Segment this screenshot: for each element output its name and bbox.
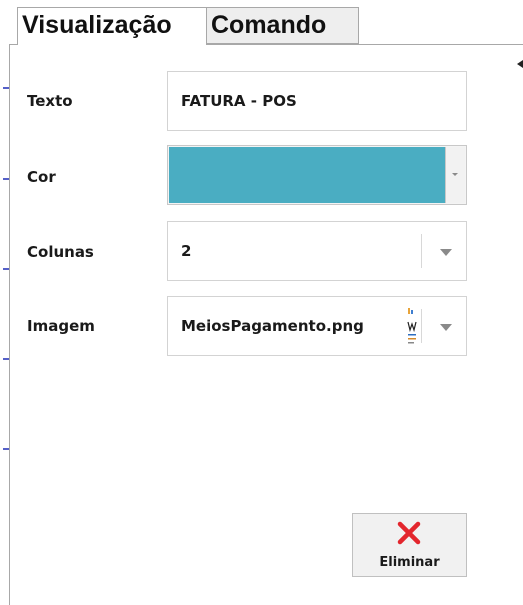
imagem-select[interactable]: MeiosPagamento.png [167,296,467,356]
cor-label: Cor [27,168,56,186]
texto-field[interactable]: FATURA - POS [167,71,467,131]
texto-value: FATURA - POS [181,92,297,110]
collapse-arrow-icon[interactable] [517,60,523,68]
left-ruler [0,0,9,597]
chevron-down-icon[interactable] [440,249,452,256]
colunas-select[interactable]: 2 [167,221,467,281]
image-thumbnail-icon [407,308,417,344]
color-swatch [169,147,445,203]
chevron-down-icon[interactable] [440,324,452,331]
delete-button[interactable]: Eliminar [352,513,467,577]
colunas-value: 2 [181,242,192,260]
colunas-label: Colunas [27,243,94,261]
dropdown-separator [421,234,422,268]
delete-label: Eliminar [379,555,440,570]
tab-visualizacao[interactable]: Visualização [17,7,207,45]
texto-label: Texto [27,92,73,110]
delete-icon [397,521,421,545]
imagem-value: MeiosPagamento.png [181,317,364,335]
color-picker[interactable] [167,145,467,205]
imagem-label: Imagem [27,317,95,335]
dropdown-separator [421,309,422,343]
color-dropdown-button[interactable] [445,147,465,203]
tab-comando[interactable]: Comando [206,7,359,44]
chevron-down-icon [452,173,458,176]
